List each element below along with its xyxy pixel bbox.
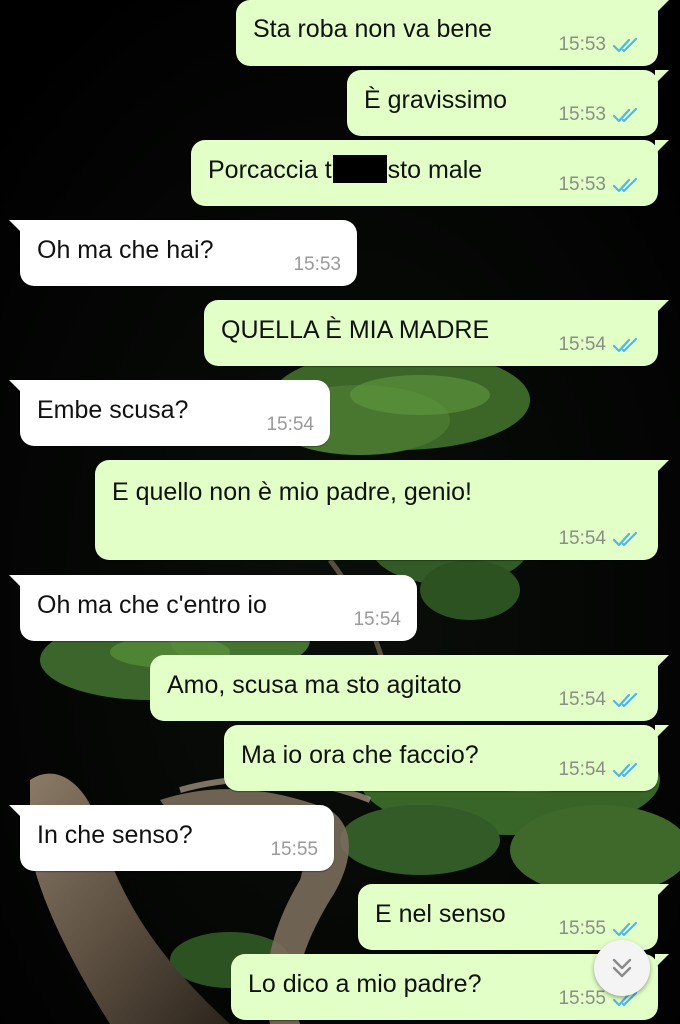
read-double-check-icon [612, 107, 638, 123]
message-meta: 15:55 [558, 918, 642, 940]
message-text: QUELLA È MIA MADRE [221, 316, 490, 344]
message-bubble-outgoing[interactable]: E quello non è mio padre, genio! 15:54 [95, 460, 669, 560]
message-bubble-outgoing[interactable]: E nel senso 15:55 [358, 884, 669, 950]
message-meta: 15:55 [270, 839, 318, 861]
message-time: 15:55 [558, 918, 606, 939]
message-text: Sta roba non va bene [253, 15, 493, 43]
chat-message-list[interactable]: Sta roba non va bene 15:53 È gravissimo … [0, 0, 680, 1024]
message-text: Ma io ora che faccio? [241, 741, 479, 769]
message-text: Porcaccia t sto male [208, 155, 483, 184]
message-bubble-outgoing[interactable]: Porcaccia t sto male 15:53 [191, 140, 669, 206]
message-time: 15:54 [266, 414, 314, 435]
message-time: 15:54 [558, 689, 606, 710]
message-time: 15:54 [558, 528, 606, 549]
message-time: 15:53 [558, 174, 606, 195]
message-time: 15:53 [293, 254, 341, 275]
message-text: In che senso? [37, 821, 193, 849]
message-time: 15:54 [558, 334, 606, 355]
message-text: Amo, scusa ma sto agitato [167, 671, 462, 699]
double-chevron-down-icon [612, 958, 632, 978]
message-meta: 15:54 [558, 334, 642, 356]
message-bubble-outgoing[interactable]: È gravissimo 15:53 [347, 70, 669, 136]
message-bubble-incoming[interactable]: Oh ma che hai? 15:53 [9, 220, 357, 286]
message-text: È gravissimo [364, 86, 508, 114]
message-bubble-outgoing[interactable]: QUELLA È MIA MADRE 15:54 [204, 300, 669, 366]
message-meta: 15:54 [558, 528, 642, 550]
redaction-bar [332, 155, 387, 183]
read-double-check-icon [612, 921, 638, 937]
message-bubble-incoming[interactable]: In che senso? 15:55 [9, 805, 334, 871]
message-text: Lo dico a mio padre? [248, 970, 482, 998]
message-meta: 15:54 [266, 414, 314, 436]
message-time: 15:53 [558, 104, 606, 125]
message-meta: 15:53 [558, 34, 642, 56]
message-meta: 15:54 [558, 689, 642, 711]
message-meta: 15:53 [558, 104, 642, 126]
message-time: 15:53 [558, 34, 606, 55]
message-bubble-outgoing[interactable]: Ma io ora che faccio? 15:54 [224, 725, 669, 791]
read-double-check-icon [612, 531, 638, 547]
message-time: 15:55 [558, 988, 606, 1009]
message-time: 15:54 [353, 609, 401, 630]
message-meta: 15:53 [293, 254, 341, 276]
message-meta: 15:54 [558, 759, 642, 781]
message-bubble-incoming[interactable]: Embe scusa? 15:54 [9, 380, 330, 446]
message-time: 15:55 [270, 839, 318, 860]
read-double-check-icon [612, 692, 638, 708]
message-meta: 15:53 [558, 174, 642, 196]
message-bubble-outgoing[interactable]: Amo, scusa ma sto agitato 15:54 [150, 655, 669, 721]
message-meta: 15:54 [353, 609, 401, 631]
message-time: 15:54 [558, 759, 606, 780]
message-text: Oh ma che c'entro io [37, 591, 267, 619]
read-double-check-icon [612, 37, 638, 53]
message-text: E nel senso [375, 900, 506, 928]
read-double-check-icon [612, 337, 638, 353]
read-double-check-icon [612, 177, 638, 193]
message-bubble-incoming[interactable]: Oh ma che c'entro io 15:54 [9, 575, 417, 641]
read-double-check-icon [612, 762, 638, 778]
scroll-to-bottom-button[interactable] [594, 940, 650, 996]
message-text: Embe scusa? [37, 396, 189, 424]
message-text: Oh ma che hai? [37, 236, 214, 264]
message-text: E quello non è mio padre, genio! [112, 478, 472, 506]
message-bubble-outgoing[interactable]: Sta roba non va bene 15:53 [236, 0, 669, 66]
